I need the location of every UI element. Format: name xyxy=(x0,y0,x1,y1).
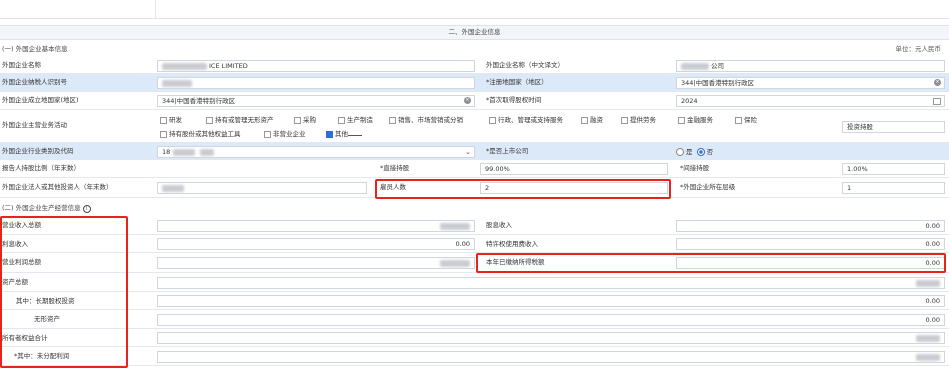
info-icon[interactable]: i xyxy=(82,205,91,213)
form-page: 二、外国企业信息 (一) 外国企业基本信息 单位：元人民币 外国企业名称 ICE… xyxy=(0,0,949,376)
indirect-holding-field[interactable]: 1.00% xyxy=(842,163,945,175)
label-direct-holding: *直接持股 xyxy=(380,164,410,172)
undistributed-field[interactable] xyxy=(157,351,945,363)
chevron-down-icon: ⌄ xyxy=(465,148,471,156)
row-equity-total: 所有者权益合计 xyxy=(0,329,949,347)
radio-group-listed[interactable]: 是 否 xyxy=(674,148,713,156)
intangible-field[interactable]: 0.00 xyxy=(157,314,945,326)
direct-holding-field[interactable]: 99.00% xyxy=(480,163,668,175)
label-industry: 外国企业行业类别及代码 xyxy=(2,147,74,155)
highlight-tax-paid xyxy=(476,253,946,273)
label-level: *外国企业所在层级 xyxy=(680,183,736,191)
checkbox-other[interactable]: 其他 xyxy=(326,130,362,138)
top-bar xyxy=(0,0,949,19)
label-main-business: 外国企业主营业务活动 xyxy=(2,121,67,129)
checkbox-insurance[interactable]: 保险 xyxy=(735,116,757,124)
clear-icon[interactable]: × xyxy=(464,97,471,104)
label-shareholding: 报告人持股比例（年末数） xyxy=(2,164,80,172)
company-name-cn-field[interactable]: 公司 xyxy=(676,60,945,72)
label-royalty: 特许权使用费收入 xyxy=(486,240,538,248)
calendar-icon[interactable] xyxy=(933,98,941,105)
assets-field[interactable] xyxy=(157,277,945,289)
label-dividend: 股息收入 xyxy=(486,221,512,229)
label-first-equity-time: *首次取得股权时间 xyxy=(486,96,542,104)
basic-info-title: (一) 外国企业基本信息 xyxy=(2,45,68,53)
checkbox-sales[interactable]: 销售、市场营销或分销 xyxy=(389,116,463,124)
revenue-field[interactable] xyxy=(157,220,475,232)
checkbox-admin[interactable]: 行政、管理或支持服务 xyxy=(489,116,563,124)
highlight-finance-labels xyxy=(0,216,128,368)
row-assets: 资产总额 xyxy=(0,273,949,292)
clear-icon[interactable]: × xyxy=(934,79,941,86)
checkbox-finance-service[interactable]: 金融服务 xyxy=(678,116,713,124)
label-tax-id: 外国企业纳税人识别号 xyxy=(2,78,67,86)
row-interest: 利息收入 0.00 特许权使用费收入 0.00 xyxy=(0,235,949,253)
label-legal-investor: 外国企业法人或其他投资人（年末数） xyxy=(2,183,113,191)
label-listed: *是否上市公司 xyxy=(486,147,529,155)
legal-investor-field[interactable] xyxy=(157,182,367,194)
checkbox-rd[interactable]: 研发 xyxy=(160,116,182,124)
label-company-name: 外国企业名称 xyxy=(2,61,41,69)
row-industry: 外国企业行业类别及代码 18 ⌄ *是否上市公司 是 否 xyxy=(0,143,949,160)
row-tax-id: 外国企业纳税人识别号 *注册地国家（地区） 344|中国香港特别行政区 × xyxy=(0,74,949,92)
label-indirect-holding: *间接持股 xyxy=(680,164,710,172)
establish-country-select[interactable]: 344|中国香港特别行政区 × xyxy=(157,95,475,107)
unit-label: 单位：元人民币 xyxy=(895,45,942,53)
row-shareholding: 报告人持股比例（年末数） *直接持股 99.00% *间接持股 1.00% xyxy=(0,160,949,178)
row-main-business: 外国企业主营业务活动 研发 持有或管理无形资产 采购 生产制造 销售、市场营销或… xyxy=(0,110,949,143)
row-intangible: 无形资产 0.00 xyxy=(0,310,949,329)
tax-id-field[interactable] xyxy=(157,77,475,89)
section-title: 二、外国企业信息 xyxy=(0,25,949,40)
checkbox-non-operating[interactable]: 非营业企业 xyxy=(264,130,306,138)
interest-field[interactable]: 0.00 xyxy=(157,238,475,250)
company-name-field[interactable]: ICE LIMITED xyxy=(157,60,475,72)
highlight-employee-count xyxy=(375,179,671,199)
profit-field[interactable] xyxy=(157,257,475,269)
equity-total-field[interactable] xyxy=(157,332,945,344)
lt-equity-field[interactable]: 0.00 xyxy=(157,295,945,307)
checkbox-labor[interactable]: 提供劳务 xyxy=(621,116,656,124)
checkbox-manufacturing[interactable]: 生产制造 xyxy=(338,116,373,124)
checkbox-intangible[interactable]: 持有或管理无形资产 xyxy=(206,116,274,124)
industry-select[interactable]: 18 ⌄ xyxy=(157,146,475,158)
radio-yes[interactable] xyxy=(676,148,684,156)
checkbox-equity-holding[interactable]: 持有股份或其他权益工具 xyxy=(160,130,241,138)
row-lt-equity: 其中：长期股权投资 0.00 xyxy=(0,292,949,310)
registry-country-select[interactable]: 344|中国香港特别行政区 × xyxy=(676,77,945,89)
row-company-name: 外国企业名称 ICE LIMITED 外国企业名称（中文译文） 公司 xyxy=(0,57,949,74)
dividend-field[interactable]: 0.00 xyxy=(676,220,945,232)
royalty-field[interactable]: 0.00 xyxy=(676,238,945,250)
other-business-field[interactable]: 投资持股 xyxy=(842,121,945,133)
checkbox-financing[interactable]: 融资 xyxy=(581,116,603,124)
row-establish-country: 外国企业成立地国家(地区) 344|中国香港特别行政区 × *首次取得股权时间 2… xyxy=(0,92,949,110)
prod-info-title: (二) 外国企业生产经营信息 i xyxy=(2,202,91,213)
row-revenue: 营业收入总额 股息收入 0.00 xyxy=(0,216,949,235)
label-establish-country: 外国企业成立地国家(地区) xyxy=(2,96,79,104)
row-undistributed: *其中：未分配利润 xyxy=(0,347,949,366)
radio-no[interactable] xyxy=(696,148,705,156)
first-equity-date-field[interactable]: 2024 xyxy=(676,95,945,107)
label-registry-country: *注册地国家（地区） xyxy=(486,78,548,86)
checkbox-procurement[interactable]: 采购 xyxy=(294,116,316,124)
level-field[interactable]: 1 xyxy=(842,182,945,194)
label-company-name-cn: 外国企业名称（中文译文） xyxy=(486,61,564,69)
